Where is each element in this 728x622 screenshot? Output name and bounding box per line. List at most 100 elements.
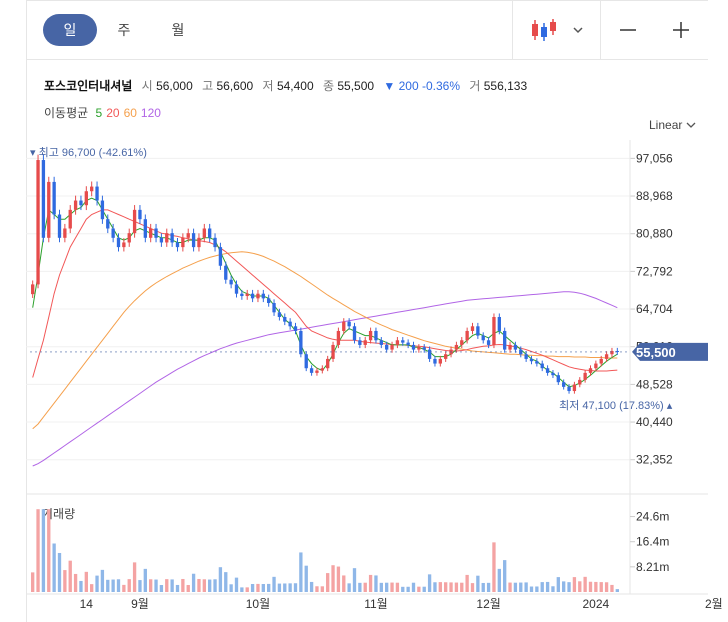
candle-body — [57, 214, 62, 238]
candle-body — [95, 186, 99, 201]
volume-bar — [95, 575, 99, 592]
volume-bar — [497, 568, 501, 592]
price-tick-label: 97,056 — [636, 151, 673, 165]
candle-body — [347, 321, 351, 327]
volume-bar — [218, 567, 223, 592]
volume-bar — [374, 575, 378, 592]
volume-bar — [250, 584, 255, 592]
candle-body — [503, 330, 507, 350]
candle-body — [438, 358, 442, 364]
candle-body — [508, 344, 512, 350]
price-tick-label: 64,704 — [636, 302, 673, 316]
volume-bar — [154, 579, 158, 592]
volume-bar — [486, 582, 491, 592]
candle-body — [411, 344, 416, 350]
candle-body — [497, 316, 501, 331]
volume-bar — [358, 582, 362, 592]
volume-bar — [551, 586, 555, 592]
volume-bar — [395, 582, 400, 592]
candle-body — [315, 370, 319, 373]
candle-body — [444, 354, 448, 359]
time-tick-label: 11월 — [364, 597, 388, 611]
candle-body — [122, 242, 126, 248]
candle-body — [540, 363, 544, 369]
volume-bar — [52, 543, 56, 592]
candle-body — [288, 321, 292, 327]
volume-bar — [315, 586, 319, 592]
volume-bar — [513, 582, 518, 592]
candle-body — [379, 340, 383, 345]
volume-bar — [342, 575, 346, 592]
volume-bar — [63, 570, 67, 592]
volume-bar — [138, 580, 142, 592]
volume-bar — [149, 579, 153, 592]
volume-bar — [106, 579, 110, 592]
volume-bar — [454, 582, 459, 592]
candle-body — [513, 344, 518, 350]
volume-bar — [122, 584, 126, 592]
candle-body — [395, 340, 400, 345]
volume-bar — [229, 584, 233, 592]
volume-bar — [444, 582, 448, 592]
candle-body — [562, 382, 566, 387]
candle-body — [610, 350, 614, 355]
volume-bar — [524, 582, 528, 592]
volume-bar — [175, 584, 180, 592]
volume-bar — [240, 587, 244, 592]
candle-body — [111, 228, 115, 238]
volume-bar — [465, 574, 469, 592]
candle-body — [213, 237, 217, 248]
candle-body — [588, 368, 593, 373]
volume-bar — [283, 583, 287, 592]
volume-bar — [165, 579, 169, 592]
volume-bar — [417, 586, 421, 592]
volume-bar — [90, 584, 94, 592]
ma-line-120 — [32, 291, 618, 467]
candle-body — [132, 209, 137, 234]
candle-body — [481, 335, 485, 341]
candle-body — [68, 209, 72, 229]
candle-body — [422, 347, 426, 350]
volume-bar — [111, 579, 115, 592]
volume-bar — [588, 581, 593, 592]
ma-line-5 — [32, 197, 618, 388]
volume-bar — [470, 583, 475, 592]
candle-body — [342, 321, 346, 331]
volume-bar — [363, 582, 367, 592]
volume-bar — [68, 560, 72, 592]
volume-bar — [288, 583, 292, 592]
volume-bar — [197, 578, 201, 592]
candle-body — [583, 372, 587, 380]
volume-bar — [47, 509, 51, 592]
candle-body — [476, 326, 480, 336]
volume-tick-label: 8.21m — [636, 560, 669, 574]
candle-body — [433, 358, 437, 364]
candle-body — [417, 347, 421, 350]
volume-bar — [368, 574, 373, 592]
time-tick-label: 2월 — [705, 597, 723, 611]
volume-bar — [572, 577, 577, 592]
volume-bar — [508, 582, 512, 592]
price-chart[interactable]: 97,05688,96880,88072,79264,70456,61648,5… — [0, 0, 728, 622]
candle-body — [299, 330, 303, 355]
volume-bar — [503, 560, 507, 592]
candle-body — [460, 340, 464, 345]
volume-bar — [84, 571, 88, 592]
candle-body — [116, 237, 121, 248]
volume-bar — [100, 569, 105, 592]
candle-body — [79, 200, 83, 206]
volume-bar — [299, 552, 303, 592]
candle-body — [277, 312, 282, 317]
volume-bar — [460, 582, 464, 592]
candle-body — [390, 344, 394, 350]
price-tick-label: 80,880 — [636, 227, 673, 241]
candle-body — [368, 330, 373, 341]
min-annotation: 최저 47,100 (17.83%) ▴ — [559, 399, 673, 412]
volume-bar — [449, 582, 453, 592]
candle-body — [336, 330, 341, 345]
candle-body — [127, 233, 131, 243]
volume-bar — [224, 572, 228, 592]
volume-bar — [272, 576, 276, 592]
price-tick-label: 72,792 — [636, 264, 673, 278]
candle-body — [250, 293, 255, 299]
